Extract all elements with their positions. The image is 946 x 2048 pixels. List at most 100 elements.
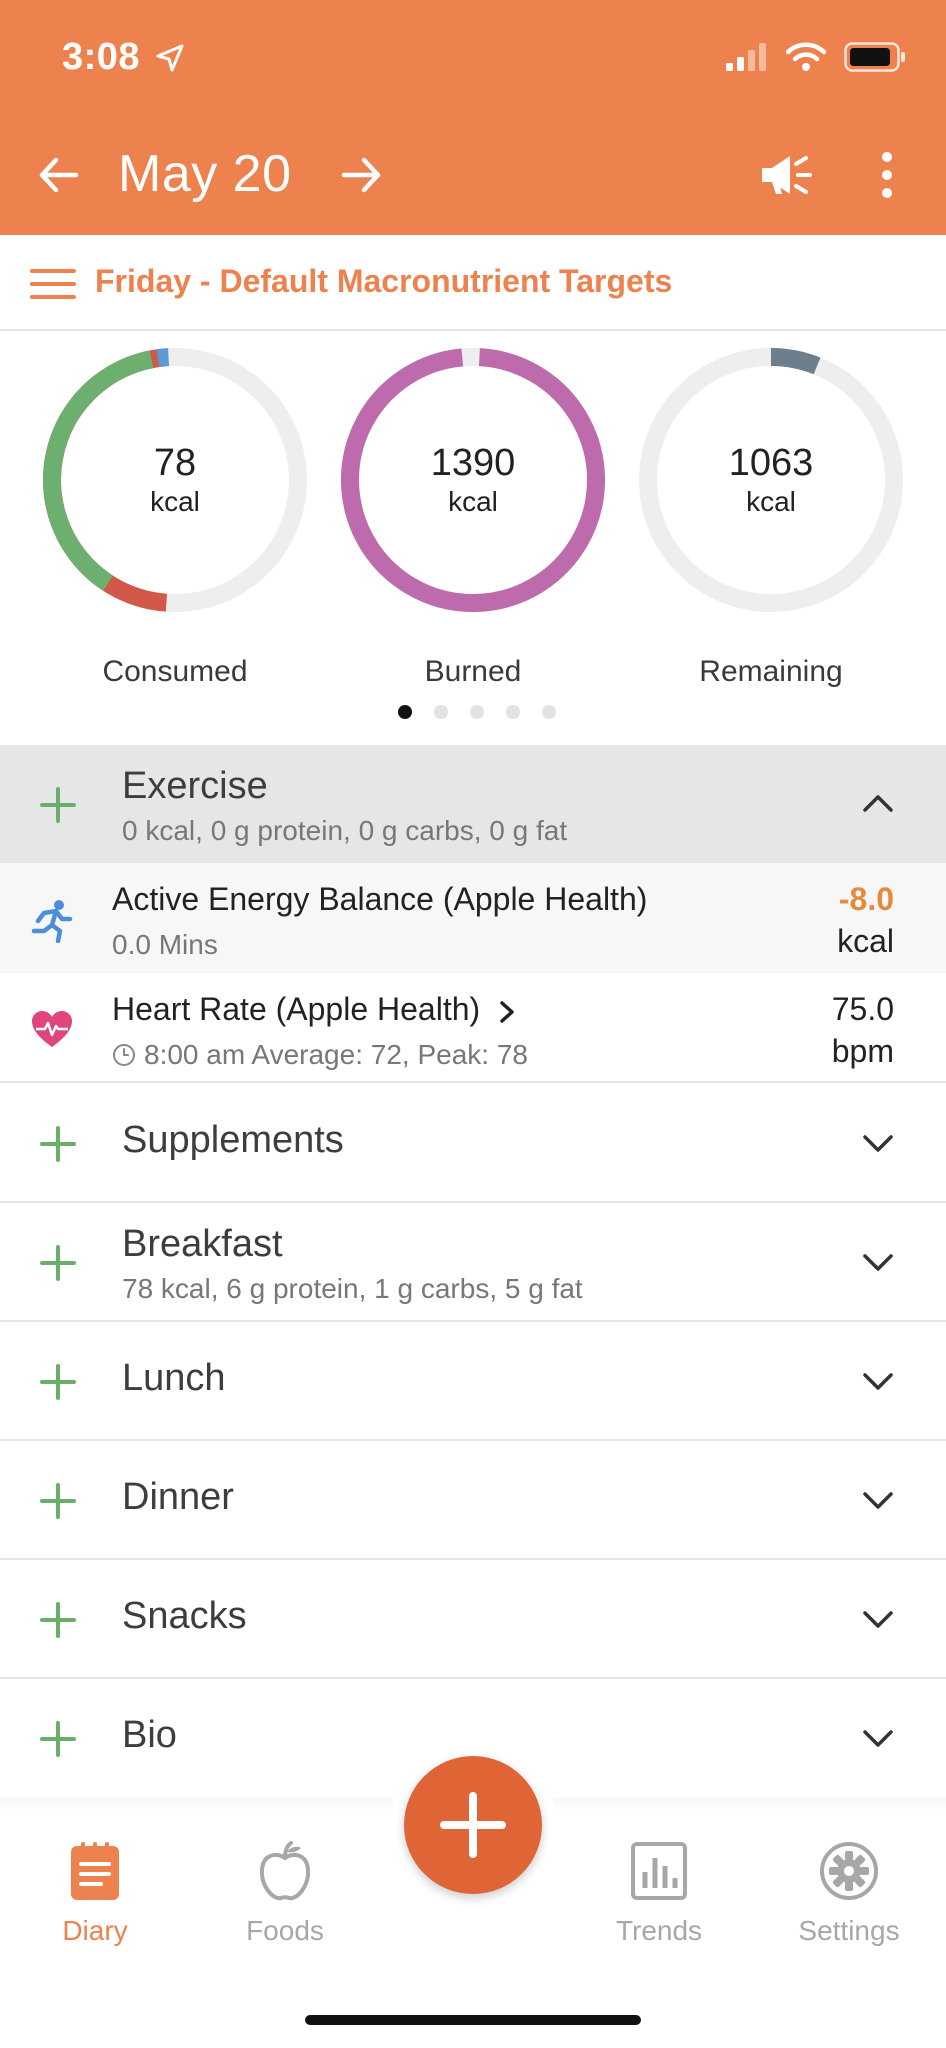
heart-rate-icon xyxy=(32,1011,72,1047)
page-dot[interactable] xyxy=(398,705,412,719)
more-options-button[interactable] xyxy=(872,148,902,202)
arrow-right-icon xyxy=(341,157,381,193)
page-dot[interactable] xyxy=(434,705,448,719)
section-title: Snacks xyxy=(122,1595,247,1637)
wifi-icon xyxy=(785,42,827,77)
section-title: Dinner xyxy=(122,1476,234,1518)
entry-title: Active Energy Balance (Apple Health) xyxy=(112,881,648,917)
entry-title-row[interactable]: Heart Rate (Apple Health) xyxy=(112,991,515,1028)
exercise-summary: 0 kcal, 0 g protein, 0 g carbs, 0 g fat xyxy=(122,815,568,846)
add-supplements-icon[interactable] xyxy=(38,1124,78,1164)
tab-label: Trends xyxy=(615,1915,703,1946)
tab-foods[interactable]: Foods xyxy=(210,1840,360,1947)
entry-unit: bpm xyxy=(831,1032,894,1069)
add-dinner-icon[interactable] xyxy=(38,1481,78,1521)
chevron-down-icon[interactable] xyxy=(862,1491,894,1511)
tab-trends[interactable]: Trends xyxy=(584,1840,734,1947)
tab-diary[interactable]: Diary xyxy=(20,1840,170,1947)
entry-subtitle-row: 8:00 am Average: 72, Peak: 78 xyxy=(112,1039,528,1071)
gear-icon xyxy=(820,1842,878,1900)
entry-value: 75.0 xyxy=(831,991,894,1027)
consumed-ring-center: 78 kcal xyxy=(40,345,310,615)
dinner-section[interactable]: Dinner xyxy=(0,1441,946,1560)
entry-subtitle: 8:00 am Average: 72, Peak: 78 xyxy=(144,1039,528,1070)
section-summary: 78 kcal, 6 g protein, 1 g carbs, 5 g fat xyxy=(122,1273,583,1304)
date-nav: May 20 xyxy=(0,140,946,210)
remaining-value: 1063 xyxy=(728,441,814,484)
burned-unit: kcal xyxy=(448,485,498,517)
chevron-down-icon[interactable] xyxy=(862,1729,894,1749)
announcements-button[interactable] xyxy=(758,148,816,202)
remaining-unit: kcal xyxy=(746,485,796,517)
add-lunch-icon[interactable] xyxy=(38,1362,78,1402)
add-exercise-icon[interactable] xyxy=(38,785,78,825)
cellular-signal-icon xyxy=(726,43,768,76)
burned-label: Burned xyxy=(424,655,522,688)
section-title: Lunch xyxy=(122,1357,226,1399)
exercise-title: Exercise xyxy=(122,765,268,807)
page-indicator[interactable] xyxy=(0,705,946,719)
add-snacks-icon[interactable] xyxy=(38,1600,78,1640)
remaining-ring-center: 1063 kcal xyxy=(636,345,906,615)
clock-icon xyxy=(113,1044,135,1066)
consumed-ring[interactable]: 78 kcal Consumed xyxy=(40,345,310,688)
targets-label[interactable]: Friday - Default Macronutrient Targets xyxy=(95,263,672,300)
page-dot[interactable] xyxy=(470,705,484,719)
entry-title: Heart Rate (Apple Health) xyxy=(112,991,481,1027)
hamburger-menu-icon[interactable] xyxy=(30,267,76,306)
entry-unit: kcal xyxy=(837,922,894,959)
energy-summary[interactable]: 78 kcal Consumed 1390 kcal Burned 1063 k… xyxy=(0,333,946,745)
supplements-section[interactable]: Supplements xyxy=(0,1085,946,1203)
arrow-left-icon xyxy=(39,157,79,193)
consumed-label: Consumed xyxy=(102,655,248,688)
entry-subtitle: 0.0 Mins xyxy=(112,929,218,960)
section-title: Breakfast xyxy=(122,1223,283,1265)
macronutrient-targets-bar[interactable]: Friday - Default Macronutrient Targets xyxy=(0,235,946,331)
exercise-section-header[interactable]: Exercise 0 kcal, 0 g protein, 0 g carbs,… xyxy=(0,745,946,863)
exercise-entry-heart-rate[interactable]: Heart Rate (Apple Health) 8:00 am Averag… xyxy=(0,973,946,1083)
chevron-down-icon[interactable] xyxy=(862,1372,894,1392)
burned-ring[interactable]: 1390 kcal Burned xyxy=(338,345,608,688)
entry-value-block: 75.0 bpm xyxy=(832,989,894,1072)
chevron-down-icon[interactable] xyxy=(862,1134,894,1154)
entry-value: -8.0 xyxy=(838,881,894,917)
chevron-down-icon[interactable] xyxy=(862,1610,894,1630)
location-arrow-icon xyxy=(154,42,186,79)
diary-icon xyxy=(71,1842,119,1900)
next-day-button[interactable] xyxy=(336,150,386,200)
lunch-section[interactable]: Lunch xyxy=(0,1322,946,1441)
plus-icon xyxy=(440,1792,506,1858)
exercise-entry-active-energy[interactable]: Active Energy Balance (Apple Health) 0.0… xyxy=(0,863,946,973)
page-dot[interactable] xyxy=(506,705,520,719)
megaphone-icon xyxy=(762,156,812,194)
section-title: Supplements xyxy=(122,1119,344,1161)
snacks-section[interactable]: Snacks xyxy=(0,1560,946,1679)
remaining-ring[interactable]: 1063 kcal Remaining xyxy=(636,345,906,688)
chevron-down-icon[interactable] xyxy=(862,1253,894,1273)
breakfast-section[interactable]: Breakfast 78 kcal, 6 g protein, 1 g carb… xyxy=(0,1203,946,1322)
add-breakfast-icon[interactable] xyxy=(38,1243,78,1283)
burned-ring-center: 1390 kcal xyxy=(338,345,608,615)
diary-screen: 3:08 May 20 Friday - Default Macronutrie… xyxy=(0,0,946,2048)
more-vertical-icon xyxy=(882,152,892,198)
chevron-right-icon[interactable] xyxy=(499,1000,515,1024)
consumed-unit: kcal xyxy=(150,485,200,517)
add-entry-button[interactable] xyxy=(404,1756,542,1894)
tab-label: Diary xyxy=(62,1915,128,1946)
home-indicator xyxy=(305,2015,641,2025)
add-bio-icon[interactable] xyxy=(38,1719,78,1759)
previous-day-button[interactable] xyxy=(34,150,84,200)
consumed-value: 78 xyxy=(153,441,197,484)
status-time: 3:08 xyxy=(62,36,141,78)
bar-chart-icon xyxy=(631,1842,687,1900)
running-icon xyxy=(31,900,73,943)
tab-settings[interactable]: Settings xyxy=(774,1840,924,1947)
battery-icon xyxy=(844,42,906,77)
app-header: 3:08 May 20 xyxy=(0,0,946,235)
chevron-up-icon[interactable] xyxy=(862,793,894,813)
current-date[interactable]: May 20 xyxy=(118,144,292,204)
page-dot[interactable] xyxy=(542,705,556,719)
entry-value-block: -8.0 kcal xyxy=(837,879,894,962)
section-title: Bio xyxy=(122,1714,177,1756)
status-icons xyxy=(726,42,906,77)
